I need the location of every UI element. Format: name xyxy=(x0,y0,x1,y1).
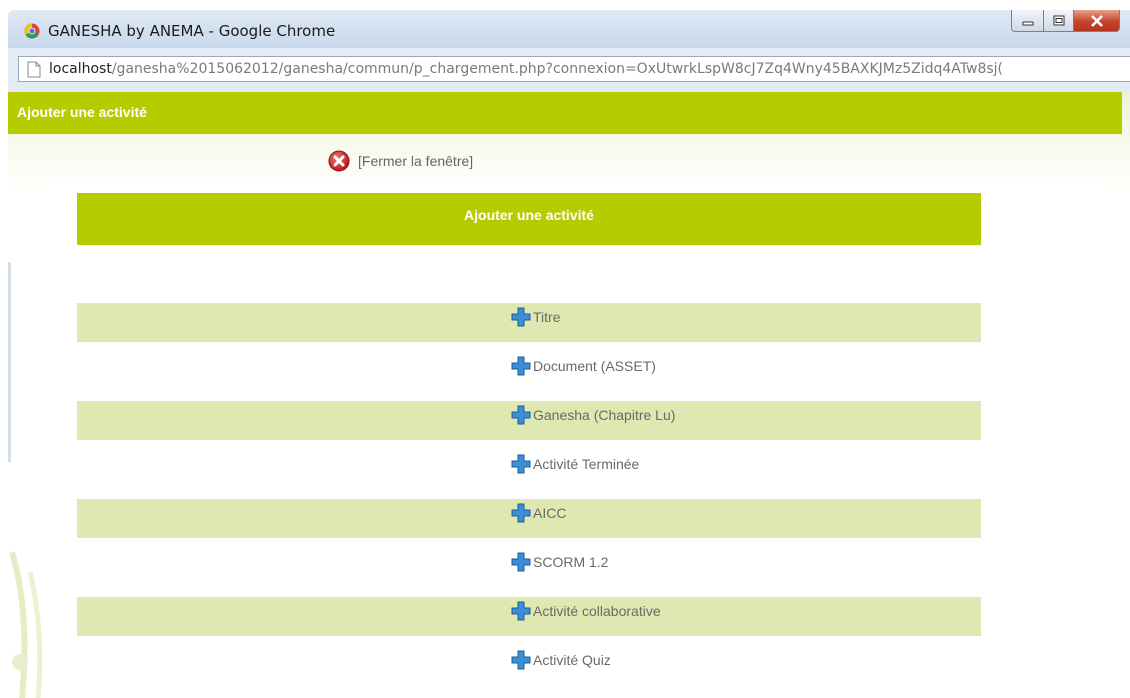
plus-icon xyxy=(511,307,531,327)
url-field[interactable]: localhost/ganesha%2015062012/ganesha/com… xyxy=(18,56,1130,82)
add-activity-link[interactable]: Ganesha (Chapitre Lu) xyxy=(511,405,675,425)
maximize-button[interactable] xyxy=(1044,10,1074,32)
list-item: Activité collaborative xyxy=(77,597,981,636)
close-window-link[interactable]: [Fermer la fenêtre] xyxy=(328,150,473,172)
plus-icon xyxy=(511,552,531,572)
add-activity-link[interactable]: SCORM 1.2 xyxy=(511,552,608,572)
add-activity-link[interactable]: Activité Terminée xyxy=(511,454,639,474)
panel-title: Ajouter une activité xyxy=(464,207,594,223)
plus-icon xyxy=(511,601,531,621)
url-host: localhost xyxy=(49,61,112,77)
activity-panel: Ajouter une activité Titre Document (ASS… xyxy=(47,185,1103,698)
activity-label: Document (ASSET) xyxy=(533,358,656,374)
list-item: AICC xyxy=(77,499,981,538)
activity-label: Titre xyxy=(533,309,561,325)
list-item: Document (ASSET) xyxy=(77,352,981,391)
add-activity-link[interactable]: Activité Quiz xyxy=(511,650,611,670)
browser-window: GANESHA by ANEMA - Google Chrome localho… xyxy=(0,0,1130,698)
list-item: Ganesha (Chapitre Lu) xyxy=(77,401,981,440)
page-icon xyxy=(27,61,41,78)
list-item: Activité Quiz xyxy=(77,646,981,685)
close-icon xyxy=(1090,14,1103,27)
close-circle-icon xyxy=(328,150,350,172)
minimize-icon xyxy=(1022,21,1033,25)
list-item: SCORM 1.2 xyxy=(77,548,981,587)
chrome-icon xyxy=(24,23,40,39)
activity-label: Activité Quiz xyxy=(533,652,611,668)
activity-label: SCORM 1.2 xyxy=(533,554,609,570)
add-activity-link[interactable]: AICC xyxy=(511,503,566,523)
plus-icon xyxy=(511,503,531,523)
popup-header-title: Ajouter une activité xyxy=(17,104,147,120)
plus-icon xyxy=(511,405,531,425)
minimize-button[interactable] xyxy=(1011,10,1044,32)
panel-title-banner: Ajouter une activité xyxy=(77,193,981,245)
activity-list: Titre Document (ASSET) Ganesha (Chapitre… xyxy=(77,303,981,695)
activity-label: AICC xyxy=(533,505,567,521)
window-controls xyxy=(1011,10,1120,32)
activity-label: Activité collaborative xyxy=(533,603,661,619)
plus-icon xyxy=(511,650,531,670)
list-item: Activité Terminée xyxy=(77,450,981,489)
close-window-label: [Fermer la fenêtre] xyxy=(358,153,474,169)
list-item: Titre xyxy=(77,303,981,342)
activity-label: Ganesha (Chapitre Lu) xyxy=(533,407,676,423)
add-activity-link[interactable]: Activité collaborative xyxy=(511,601,661,621)
window-title: GANESHA by ANEMA - Google Chrome xyxy=(48,22,336,40)
plus-icon xyxy=(511,454,531,474)
add-activity-link[interactable]: Document (ASSET) xyxy=(511,356,656,376)
url-path: /ganesha%2015062012/ganesha/commun/p_cha… xyxy=(111,61,1003,77)
page-content: Ajouter une activité [Fermer la fenêtre]… xyxy=(8,92,1130,698)
title-bar: GANESHA by ANEMA - Google Chrome xyxy=(8,10,1130,48)
window-close-button[interactable] xyxy=(1074,10,1120,32)
add-activity-link[interactable]: Titre xyxy=(511,307,560,327)
url-text: localhost/ganesha%2015062012/ganesha/com… xyxy=(49,61,1003,77)
address-bar: localhost/ganesha%2015062012/ganesha/com… xyxy=(8,48,1130,92)
plus-icon xyxy=(511,356,531,376)
activity-label: Activité Terminée xyxy=(533,456,640,472)
maximize-icon xyxy=(1053,15,1064,26)
popup-header: Ajouter une activité xyxy=(8,92,1122,134)
